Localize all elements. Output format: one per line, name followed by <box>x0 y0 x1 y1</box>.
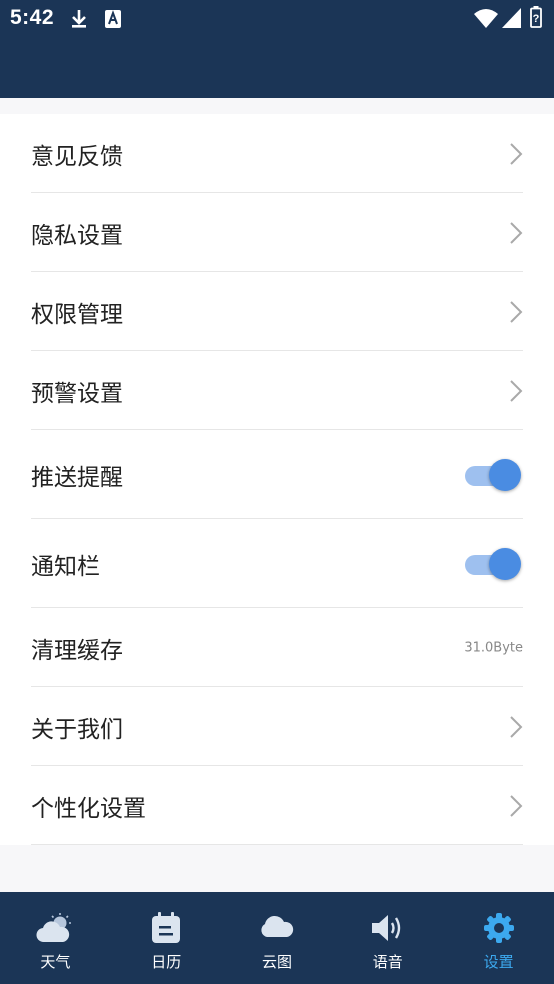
toggle-knob <box>489 458 521 491</box>
bottom-tab-bar: 天气 日历 云图 语音 设置 <box>0 892 554 984</box>
settings-item-notification-bar: 通知栏 <box>0 519 554 608</box>
weather-icon <box>36 913 72 943</box>
tab-calendar[interactable]: 日历 <box>111 892 222 984</box>
settings-item-clear-cache[interactable]: 清理缓存 31.0Byte <box>0 608 554 687</box>
a-notification-icon <box>105 10 121 28</box>
tab-cloud-map[interactable]: 云图 <box>222 892 333 984</box>
settings-item-label: 预警设置 <box>31 380 123 407</box>
settings-item-about[interactable]: 关于我们 <box>0 687 554 766</box>
settings-list: 意见反馈 隐私设置 权限管理 预警设置 推送提醒 通知栏 清理缓存 31.0By… <box>0 114 554 845</box>
settings-item-alerts[interactable]: 预警设置 <box>0 351 554 430</box>
settings-item-label: 个性化设置 <box>31 795 146 822</box>
settings-item-personalization[interactable]: 个性化设置 <box>0 766 554 845</box>
battery-icon: ? <box>530 6 542 28</box>
chevron-right-icon <box>510 715 523 738</box>
tab-label: 日历 <box>151 953 182 971</box>
settings-item-privacy[interactable]: 隐私设置 <box>0 193 554 272</box>
bottom-spacer <box>0 845 554 892</box>
tab-label: 天气 <box>40 953 71 971</box>
settings-item-label: 通知栏 <box>31 553 100 580</box>
toggle-knob <box>489 547 521 580</box>
settings-item-label: 隐私设置 <box>31 222 123 249</box>
gear-icon <box>483 913 514 943</box>
settings-item-push: 推送提醒 <box>0 430 554 519</box>
chevron-right-icon <box>510 221 523 244</box>
notification-bar-toggle[interactable] <box>465 547 521 580</box>
chevron-right-icon <box>510 142 523 165</box>
push-toggle[interactable] <box>465 458 521 491</box>
wifi-icon <box>474 9 498 28</box>
status-bar: 5:42 ? <box>0 0 554 98</box>
top-spacer <box>0 98 554 114</box>
chevron-right-icon <box>510 300 523 323</box>
settings-item-label: 清理缓存 <box>31 637 123 664</box>
chevron-right-icon <box>510 379 523 402</box>
settings-item-feedback[interactable]: 意见反馈 <box>0 114 554 193</box>
signal-icon <box>502 8 521 28</box>
settings-item-label: 意见反馈 <box>31 143 123 170</box>
tab-settings[interactable]: 设置 <box>443 892 554 984</box>
status-time: 5:42 <box>10 6 55 29</box>
settings-item-label: 关于我们 <box>31 716 123 743</box>
settings-item-label: 推送提醒 <box>31 464 123 491</box>
settings-item-label: 权限管理 <box>31 301 123 328</box>
download-icon <box>72 10 86 28</box>
svg-text:?: ? <box>533 13 540 25</box>
cloud-icon <box>261 915 294 937</box>
speaker-icon <box>371 915 400 941</box>
tab-weather[interactable]: 天气 <box>0 892 111 984</box>
cache-size-value: 31.0Byte <box>464 640 523 655</box>
tab-label: 设置 <box>483 953 514 971</box>
calendar-icon <box>152 912 181 943</box>
tab-voice[interactable]: 语音 <box>332 892 443 984</box>
tab-label: 语音 <box>372 953 403 971</box>
tab-label: 云图 <box>261 953 292 971</box>
settings-item-permissions[interactable]: 权限管理 <box>0 272 554 351</box>
chevron-right-icon <box>510 794 523 817</box>
